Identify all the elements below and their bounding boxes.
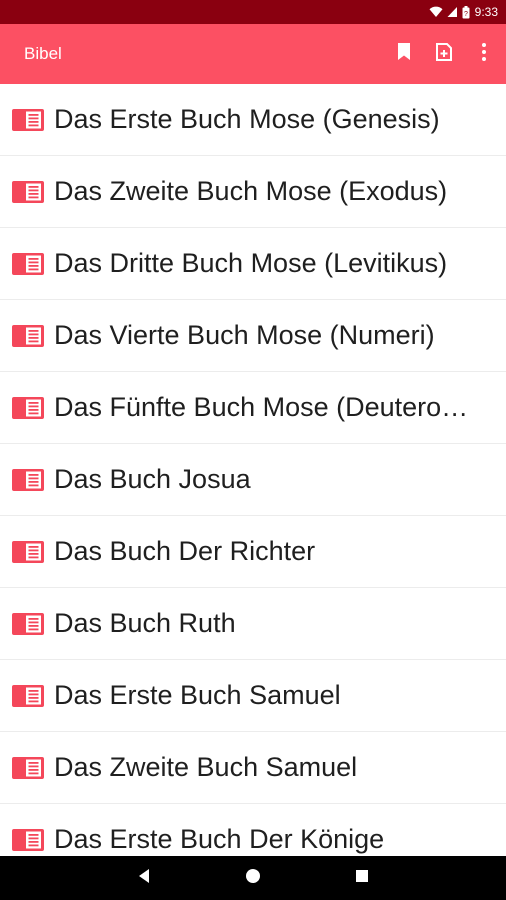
signal-icon <box>447 6 458 18</box>
book-icon <box>12 108 44 132</box>
wifi-icon <box>429 6 443 18</box>
home-icon <box>245 868 261 889</box>
book-title: Das Dritte Buch Mose (Levitikus) <box>54 248 448 278</box>
book-icon <box>12 396 44 420</box>
book-title: Das Vierte Buch Mose (Numeri) <box>54 320 435 350</box>
book-icon <box>12 684 44 708</box>
more-vert-icon <box>481 42 487 67</box>
book-icon <box>12 756 44 780</box>
book-list-item[interactable]: Das Vierte Buch Mose (Numeri) <box>0 300 506 372</box>
book-title: Das Fünfte Buch Mose (Deutero… <box>54 392 469 422</box>
more-options-button[interactable] <box>464 34 504 74</box>
svg-text:?: ? <box>464 11 468 18</box>
book-list-item[interactable]: Das Buch Josua <box>0 444 506 516</box>
book-icon <box>12 180 44 204</box>
book-title: Das Erste Buch Mose (Genesis) <box>54 104 440 134</box>
book-icon <box>12 468 44 492</box>
book-title: Das Erste Buch Der Könige <box>54 824 385 854</box>
app-screen: ? 9:33 Bibel Das Erste Buch Mose (Genesi… <box>0 0 506 900</box>
back-icon <box>137 868 151 889</box>
add-note-icon <box>434 42 454 67</box>
book-list-item[interactable]: Das Buch Ruth <box>0 588 506 660</box>
book-icon <box>12 828 44 852</box>
status-time: 9:33 <box>474 5 498 19</box>
book-list-item[interactable]: Das Fünfte Buch Mose (Deutero… <box>0 372 506 444</box>
recents-icon <box>355 869 369 888</box>
status-bar: ? 9:33 <box>0 0 506 24</box>
book-list-item[interactable]: Das Buch Der Richter <box>0 516 506 588</box>
book-title: Das Buch Ruth <box>54 608 236 638</box>
book-list: Das Erste Buch Mose (Genesis) Das Zweite … <box>0 84 506 856</box>
battery-icon: ? <box>462 5 470 19</box>
toolbar-title: Bibel <box>24 44 62 63</box>
bookmark-button[interactable] <box>384 34 424 74</box>
navigation-bar <box>0 856 506 900</box>
app-toolbar: Bibel <box>0 24 506 84</box>
book-icon <box>12 252 44 276</box>
book-list-item[interactable]: Das Zweite Buch Mose (Exodus) <box>0 156 506 228</box>
recents-button[interactable] <box>342 858 382 898</box>
book-list-item[interactable]: Das Dritte Buch Mose (Levitikus) <box>0 228 506 300</box>
book-title: Das Zweite Buch Mose (Exodus) <box>54 176 448 206</box>
bookmark-icon <box>396 42 412 67</box>
book-icon <box>12 612 44 636</box>
book-icon <box>12 540 44 564</box>
book-list-item[interactable]: Das Zweite Buch Samuel <box>0 732 506 804</box>
book-list-item[interactable]: Das Erste Buch Mose (Genesis) <box>0 84 506 156</box>
book-list-item[interactable]: Das Erste Buch Samuel <box>0 660 506 732</box>
book-list-item[interactable]: Das Erste Buch Der Könige <box>0 804 506 856</box>
book-title: Das Erste Buch Samuel <box>54 680 341 710</box>
book-title: Das Buch Josua <box>54 464 251 494</box>
back-button[interactable] <box>124 858 164 898</box>
book-icon <box>12 324 44 348</box>
home-button[interactable] <box>233 858 273 898</box>
book-title: Das Buch Der Richter <box>54 536 316 566</box>
book-title: Das Zweite Buch Samuel <box>54 752 358 782</box>
add-note-button[interactable] <box>424 34 464 74</box>
